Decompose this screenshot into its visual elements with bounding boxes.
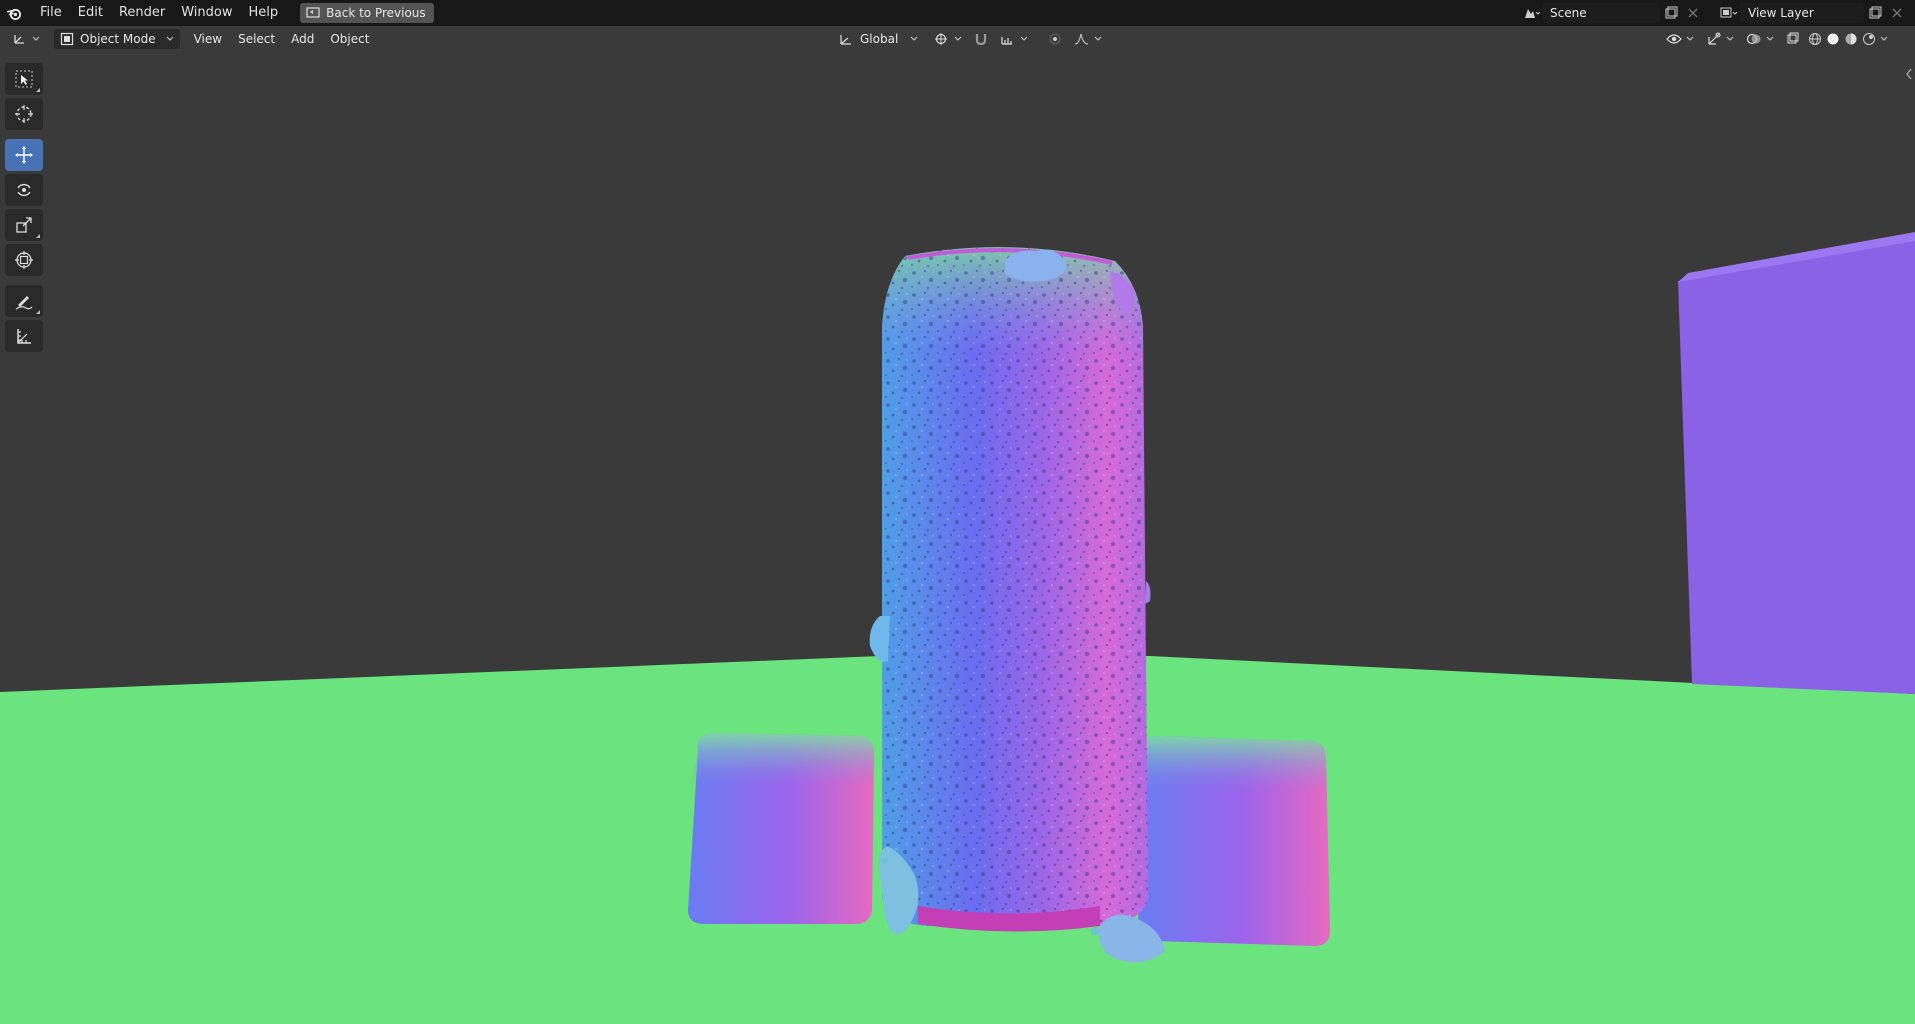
eye-icon [1666,34,1682,44]
scene-name: Scene [1550,6,1587,20]
xray-toggle[interactable] [1780,29,1806,49]
tool-variants-indicator [36,234,40,238]
wireframe-sphere-icon [1809,33,1821,45]
menu-edit[interactable]: Edit [70,2,111,24]
menu-object[interactable]: Object [324,29,375,49]
move-arrows-icon [15,146,33,164]
view-layer-name: View Layer [1748,6,1814,20]
object-mode-dropdown[interactable]: Object Mode [54,29,180,49]
snap-target-dropdown[interactable] [994,29,1034,49]
shading-solid[interactable] [1824,29,1842,49]
select-box-icon [15,70,33,88]
view-layer-selector: View Layer [1718,3,1908,23]
new-view-layer-icon[interactable] [1864,3,1886,23]
rotate-icon [17,183,31,197]
pivot-icon [935,33,948,45]
view-layer-field[interactable]: View Layer [1740,3,1864,23]
blender-logo-icon[interactable] [6,5,22,21]
proportional-edit-icon [1049,33,1061,45]
axes-icon [14,35,24,44]
overlays-toggle[interactable] [1740,29,1780,49]
viewport-display-controls [1660,29,1890,49]
chevron-down-icon [1094,36,1102,41]
falloff-curve-icon [1075,33,1089,45]
selectability-visibility-dropdown[interactable] [1660,29,1700,49]
3d-viewport[interactable] [0,26,1915,1024]
chevron-down-icon [1686,36,1694,41]
chevron-down-icon [166,36,173,41]
overlays-icon [1746,33,1761,45]
chevron-down-icon [910,36,918,41]
material-sphere-icon [1845,33,1857,45]
object-mode-icon [60,32,74,46]
view-layer-browse-icon[interactable] [1718,3,1740,23]
back-to-previous-button[interactable]: Back to Previous [300,3,434,23]
measure-ruler-icon [17,329,31,344]
solid-sphere-icon [1827,33,1839,45]
tool-variants-indicator [36,310,40,314]
shading-options-dropdown[interactable] [1878,29,1890,49]
scene-browse-icon[interactable] [1520,3,1542,23]
chevron-down-icon [954,36,962,41]
proportional-editing-toggle[interactable] [1042,29,1068,49]
back-to-previous-label: Back to Previous [326,6,426,20]
scene-name-field[interactable]: Scene [1542,3,1660,23]
gizmo-icon [1708,32,1721,45]
shading-wireframe[interactable] [1806,29,1824,49]
gizmo-toggle[interactable] [1700,29,1740,49]
menu-select[interactable]: Select [232,29,281,49]
tool-shelf [5,63,43,355]
menu-add[interactable]: Add [285,29,320,49]
object-mode-label: Object Mode [80,32,156,46]
tool-transform[interactable] [5,244,43,276]
new-scene-icon[interactable] [1660,3,1682,23]
tool-scale[interactable] [5,209,43,241]
pivot-point-dropdown[interactable] [928,29,968,49]
menu-render[interactable]: Render [111,2,173,24]
shading-material[interactable] [1842,29,1860,49]
editor-type-button[interactable] [6,29,46,49]
chevron-down-icon [1726,36,1734,41]
blender-window: File Edit Render Window Help Back to Pre… [0,0,1915,1024]
chevron-down-icon [1766,36,1774,41]
annotate-pencil-icon [15,296,33,310]
menu-file[interactable]: File [32,2,70,24]
tool-measure[interactable] [5,320,43,352]
viewport-scene [0,26,1915,1024]
magnet-icon [976,34,987,46]
tool-variants-indicator [36,88,40,92]
menu-view[interactable]: View [188,29,228,49]
delete-scene-icon[interactable] [1682,3,1704,23]
delete-view-layer-icon[interactable] [1886,3,1908,23]
menu-help[interactable]: Help [241,2,287,24]
tool-cursor[interactable] [5,98,43,130]
viewport-header: Object Mode View Select Add Object Globa… [0,26,1915,52]
tool-move[interactable] [5,139,43,171]
rendered-sphere-icon [1863,33,1875,45]
sidebar-expand-arrow-icon[interactable] [1905,68,1913,80]
snap-increment-icon [1001,37,1013,45]
transform-controls: Global [832,29,1108,49]
scale-icon [16,217,32,233]
xray-icon [1787,32,1799,44]
snap-toggle[interactable] [968,29,994,49]
chevron-down-icon [32,36,40,41]
transform-icon [15,251,33,269]
scene-selector: Scene [1520,3,1704,23]
chevron-down-icon [1880,36,1888,41]
shading-rendered[interactable] [1860,29,1878,49]
transform-orientation-dropdown[interactable]: Global [832,29,924,49]
transform-orientation-label: Global [860,32,899,46]
back-screen-icon [306,7,320,18]
tool-rotate[interactable] [5,174,43,206]
tool-annotate[interactable] [5,285,43,317]
menu-window[interactable]: Window [173,2,240,24]
orientation-icon [840,35,851,45]
cursor-icon [15,105,33,123]
top-menu-bar: File Edit Render Window Help Back to Pre… [0,0,1915,26]
proportional-falloff-dropdown[interactable] [1068,29,1108,49]
tool-select-box[interactable] [5,63,43,95]
chevron-down-icon [1020,36,1028,41]
